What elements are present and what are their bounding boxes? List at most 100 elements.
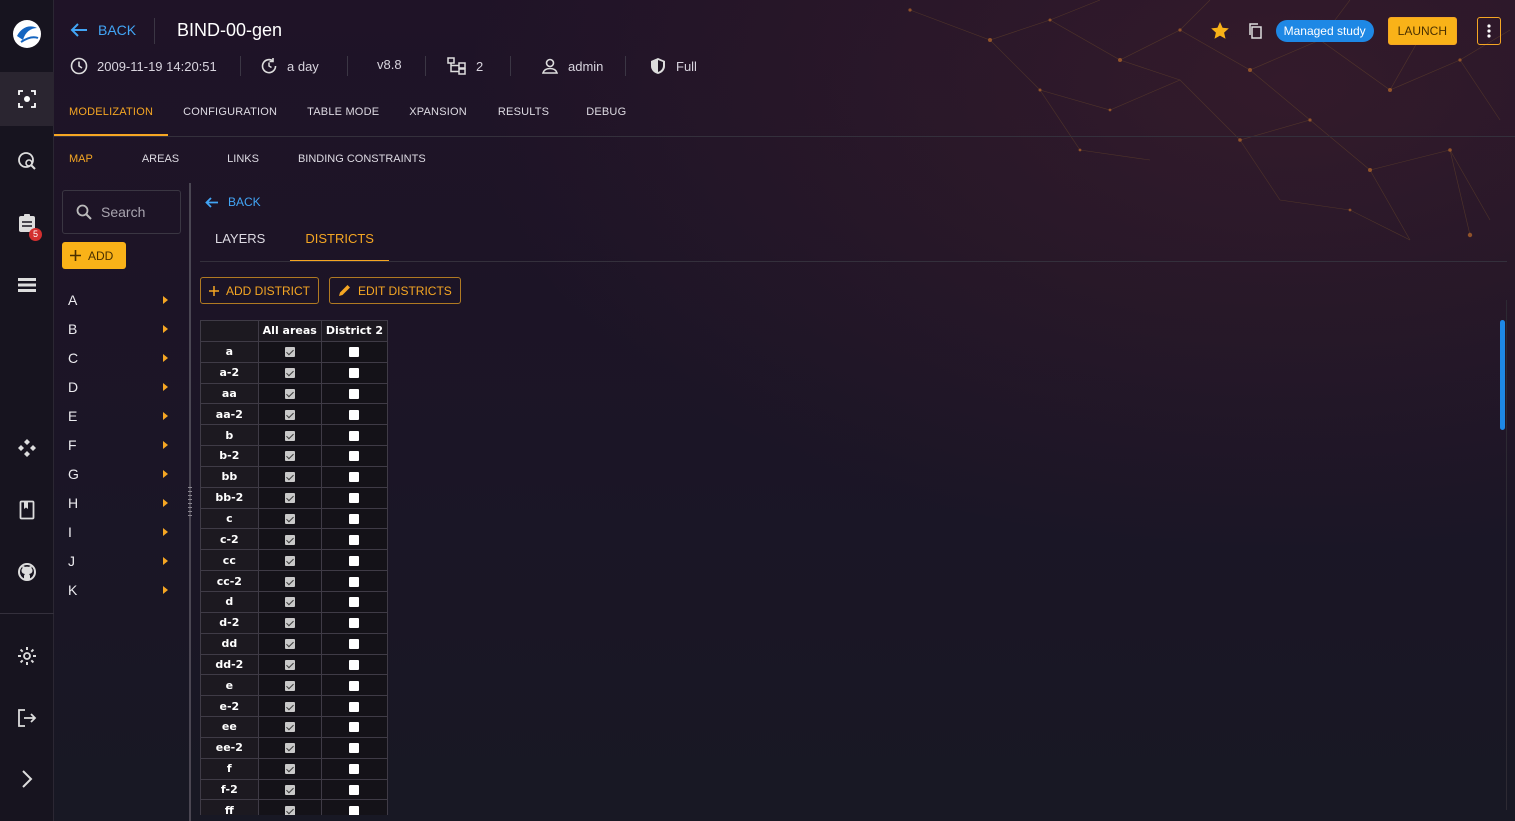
- all-areas-checkbox[interactable]: [284, 805, 295, 815]
- all-areas-checkbox[interactable]: [284, 722, 295, 733]
- tab-xpansion[interactable]: XPANSION: [394, 90, 482, 136]
- back-button[interactable]: BACK: [70, 22, 136, 38]
- study-variants[interactable]: 2: [447, 57, 483, 75]
- all-areas-checkbox[interactable]: [284, 388, 295, 399]
- edit-districts-button[interactable]: EDIT DISTRICTS: [329, 277, 461, 304]
- add-district-label: ADD DISTRICT: [226, 283, 310, 298]
- letter-group-b[interactable]: B: [62, 314, 174, 343]
- letter-group-j[interactable]: J: [62, 546, 174, 575]
- district-2-checkbox[interactable]: [349, 743, 360, 754]
- meta-divider: [425, 56, 426, 76]
- district-2-checkbox[interactable]: [349, 597, 360, 608]
- all-areas-checkbox[interactable]: [284, 639, 295, 650]
- district-2-checkbox[interactable]: [349, 430, 360, 441]
- letter-group-d[interactable]: D: [62, 372, 174, 401]
- district-2-checkbox[interactable]: [349, 347, 360, 358]
- district-2-checkbox[interactable]: [349, 555, 360, 566]
- district-2-checkbox[interactable]: [349, 805, 360, 815]
- district-2-checkbox[interactable]: [349, 472, 360, 483]
- district-2-checkbox[interactable]: [349, 388, 360, 399]
- more-options-button[interactable]: [1477, 17, 1501, 45]
- all-areas-checkbox[interactable]: [284, 576, 295, 587]
- tab-binding-constraints[interactable]: BINDING CONSTRAINTS: [274, 145, 441, 173]
- area-name-cell: ff: [200, 799, 259, 815]
- district-2-checkbox[interactable]: [349, 722, 360, 733]
- letter-group-h[interactable]: H: [62, 488, 174, 517]
- all-areas-checkbox[interactable]: [284, 368, 295, 379]
- all-areas-checkbox[interactable]: [284, 784, 295, 795]
- all-areas-checkbox[interactable]: [284, 659, 295, 670]
- rail-studies[interactable]: [0, 72, 54, 126]
- all-areas-checkbox[interactable]: [284, 701, 295, 712]
- district-2-checkbox-cell: [320, 549, 388, 572]
- tab-areas[interactable]: AREAS: [108, 145, 194, 173]
- caret-right-icon: [163, 411, 168, 420]
- district-2-checkbox[interactable]: [349, 451, 360, 462]
- all-areas-checkbox[interactable]: [284, 555, 295, 566]
- all-areas-checkbox[interactable]: [284, 472, 295, 483]
- rail-data[interactable]: [0, 258, 54, 312]
- letter-group-a[interactable]: A: [62, 285, 174, 314]
- tab-layers[interactable]: LAYERS: [200, 226, 280, 262]
- add-district-button[interactable]: ADD DISTRICT: [200, 277, 319, 304]
- tab-modelization[interactable]: MODELIZATION: [54, 90, 169, 136]
- letter-group-k[interactable]: K: [62, 575, 174, 604]
- letter-group-e[interactable]: E: [62, 401, 174, 430]
- district-2-checkbox[interactable]: [349, 784, 360, 795]
- district-2-checkbox[interactable]: [349, 534, 360, 545]
- all-areas-checkbox[interactable]: [284, 451, 295, 462]
- clock-icon: [70, 57, 88, 75]
- resize-handle[interactable]: [188, 487, 192, 517]
- rail-settings[interactable]: [0, 629, 54, 683]
- district-2-checkbox[interactable]: [349, 618, 360, 629]
- all-areas-checkbox[interactable]: [284, 764, 295, 775]
- all-areas-checkbox[interactable]: [284, 493, 295, 504]
- all-areas-checkbox[interactable]: [284, 597, 295, 608]
- add-area-button[interactable]: ADD: [62, 242, 126, 269]
- letter-group-c[interactable]: C: [62, 343, 174, 372]
- tab-links[interactable]: LINKS: [194, 145, 274, 173]
- tab-districts[interactable]: DISTRICTS: [290, 226, 389, 262]
- district-2-checkbox[interactable]: [349, 368, 360, 379]
- district-2-checkbox[interactable]: [349, 493, 360, 504]
- rail-logout[interactable]: [0, 691, 54, 745]
- all-areas-checkbox[interactable]: [284, 347, 295, 358]
- rail-tasks[interactable]: [0, 196, 54, 250]
- district-2-checkbox[interactable]: [349, 409, 360, 420]
- scrollbar-thumb[interactable]: [1500, 320, 1505, 430]
- letter-group-i[interactable]: I: [62, 517, 174, 546]
- districts-back-button[interactable]: BACK: [205, 195, 261, 209]
- copy-icon[interactable]: [1248, 23, 1262, 39]
- district-2-checkbox[interactable]: [349, 514, 360, 525]
- antares-logo-icon[interactable]: [11, 18, 43, 50]
- all-areas-checkbox[interactable]: [284, 618, 295, 629]
- tab-results[interactable]: RESULTS: [482, 90, 564, 136]
- all-areas-checkbox[interactable]: [284, 534, 295, 545]
- rail-expand[interactable]: [0, 752, 54, 806]
- tab-configuration[interactable]: CONFIGURATION: [168, 90, 292, 136]
- district-2-checkbox[interactable]: [349, 659, 360, 670]
- launch-button[interactable]: LAUNCH: [1387, 17, 1457, 45]
- district-2-checkbox[interactable]: [349, 701, 360, 712]
- district-2-checkbox[interactable]: [349, 764, 360, 775]
- search-input[interactable]: Search: [62, 190, 181, 234]
- all-areas-checkbox[interactable]: [284, 743, 295, 754]
- district-2-checkbox[interactable]: [349, 576, 360, 587]
- rail-docs[interactable]: [0, 483, 54, 537]
- district-2-checkbox[interactable]: [349, 680, 360, 691]
- rail-github[interactable]: [0, 545, 54, 599]
- all-areas-checkbox[interactable]: [284, 680, 295, 691]
- caret-right-icon: [163, 353, 168, 362]
- all-areas-checkbox[interactable]: [284, 430, 295, 441]
- all-areas-checkbox[interactable]: [284, 514, 295, 525]
- district-2-checkbox[interactable]: [349, 639, 360, 650]
- letter-group-f[interactable]: F: [62, 430, 174, 459]
- letter-group-g[interactable]: G: [62, 459, 174, 488]
- rail-explore[interactable]: [0, 134, 54, 188]
- tab-debug[interactable]: DEBUG: [564, 90, 641, 136]
- tab-map[interactable]: MAP: [54, 145, 108, 173]
- star-icon[interactable]: [1210, 21, 1230, 41]
- tab-table-mode[interactable]: TABLE MODE: [292, 90, 394, 136]
- all-areas-checkbox[interactable]: [284, 409, 295, 420]
- rail-api[interactable]: [0, 421, 54, 475]
